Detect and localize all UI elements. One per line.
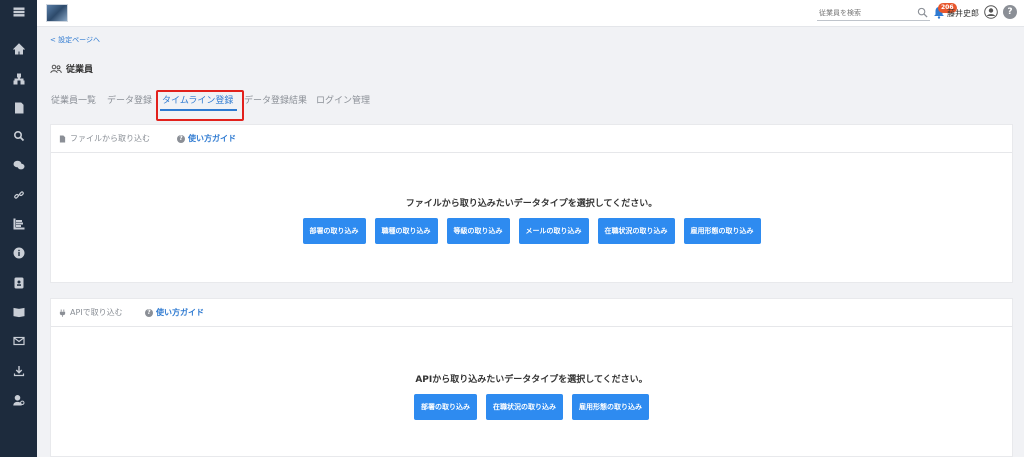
api-import-panel-header: APIで取り込む ? 使い方ガイド: [51, 299, 1012, 327]
tab-login-management[interactable]: ログイン管理: [316, 91, 370, 113]
employee-search-input[interactable]: [817, 6, 930, 21]
file-import-grade-button[interactable]: 等級の取り込み: [446, 218, 510, 244]
page-title-text: 従業員: [66, 65, 94, 75]
file-usage-guide-text[interactable]: 使い方ガイド: [188, 133, 236, 144]
top-bar: 206 藤井史郎 ?: [37, 0, 1024, 27]
document-icon[interactable]: [0, 99, 37, 117]
tab-data-registration[interactable]: データ登録: [107, 91, 152, 113]
page-title: 従業員: [50, 62, 93, 75]
download-icon[interactable]: [0, 362, 37, 380]
api-import-panel: APIで取り込む ? 使い方ガイド APIから取り込みたいデータタイプを選択して…: [50, 298, 1013, 457]
company-logo[interactable]: [46, 4, 68, 22]
help-icon[interactable]: ?: [1003, 5, 1017, 19]
employees-icon: [50, 64, 62, 73]
contacts-icon[interactable]: [0, 274, 37, 292]
menu-icon[interactable]: [0, 3, 37, 21]
file-import-label-text: ファイルから取り込む: [70, 134, 150, 143]
file-import-prompt: ファイルから取り込みたいデータタイプを選択してください。: [405, 199, 658, 209]
file-import-label: ファイルから取り込む: [59, 133, 150, 144]
api-import-buttons: 部署の取り込み 在職状況の取り込み 雇用形態の取り込み: [51, 394, 1012, 420]
user-name[interactable]: 藤井史郎: [947, 8, 979, 19]
back-to-settings-link[interactable]: < 設定ページへ: [50, 35, 100, 45]
highlight-annotation-box: [156, 90, 244, 121]
api-usage-guide-text[interactable]: 使い方ガイド: [156, 307, 204, 318]
org-chart-icon[interactable]: [0, 70, 37, 88]
left-sidebar: [0, 0, 37, 457]
mail-icon[interactable]: [0, 332, 37, 350]
api-import-department-button[interactable]: 部署の取り込み: [414, 394, 477, 420]
file-import-employment-status-button[interactable]: 在職状況の取り込み: [597, 218, 675, 244]
file-import-panel-header: ファイルから取り込む ? 使い方ガイド: [51, 125, 1012, 153]
api-usage-guide-link[interactable]: ? 使い方ガイド: [145, 307, 204, 318]
tab-registration-results[interactable]: データ登録結果: [244, 91, 307, 113]
file-import-job-type-button[interactable]: 職種の取り込み: [374, 218, 438, 244]
home-icon[interactable]: [0, 40, 37, 58]
chat-icon[interactable]: [0, 156, 37, 174]
chart-icon[interactable]: [0, 215, 37, 233]
file-import-email-button[interactable]: メールの取り込み: [518, 218, 589, 244]
info-icon[interactable]: [0, 244, 37, 262]
file-usage-guide-link[interactable]: ? 使い方ガイド: [177, 133, 236, 144]
api-import-employment-status-button[interactable]: 在職状況の取り込み: [486, 394, 563, 420]
question-icon: ?: [177, 134, 185, 143]
api-import-label: APIで取り込む: [59, 307, 123, 318]
question-icon: ?: [145, 308, 153, 317]
user-settings-icon[interactable]: [0, 391, 37, 409]
link-icon[interactable]: [0, 186, 37, 204]
search-icon[interactable]: [0, 127, 37, 145]
api-import-employment-type-button[interactable]: 雇用形態の取り込み: [572, 394, 649, 420]
tab-employee-list[interactable]: 従業員一覧: [51, 91, 96, 113]
search-icon[interactable]: [917, 7, 928, 18]
file-import-panel: ファイルから取り込む ? 使い方ガイド ファイルから取り込みたいデータタイプを選…: [50, 124, 1013, 283]
book-icon[interactable]: [0, 303, 37, 321]
file-import-department-button[interactable]: 部署の取り込み: [302, 218, 366, 244]
file-icon: [59, 135, 66, 142]
api-import-prompt: APIから取り込みたいデータタイプを選択してください。: [415, 375, 648, 385]
file-import-buttons: 部署の取り込み 職種の取り込み 等級の取り込み メールの取り込み 在職状況の取り…: [51, 218, 1012, 244]
file-import-employment-type-button[interactable]: 雇用形態の取り込み: [683, 218, 761, 244]
user-avatar-icon[interactable]: [984, 5, 998, 19]
plug-icon: [59, 309, 66, 317]
api-import-label-text: APIで取り込む: [70, 308, 123, 317]
